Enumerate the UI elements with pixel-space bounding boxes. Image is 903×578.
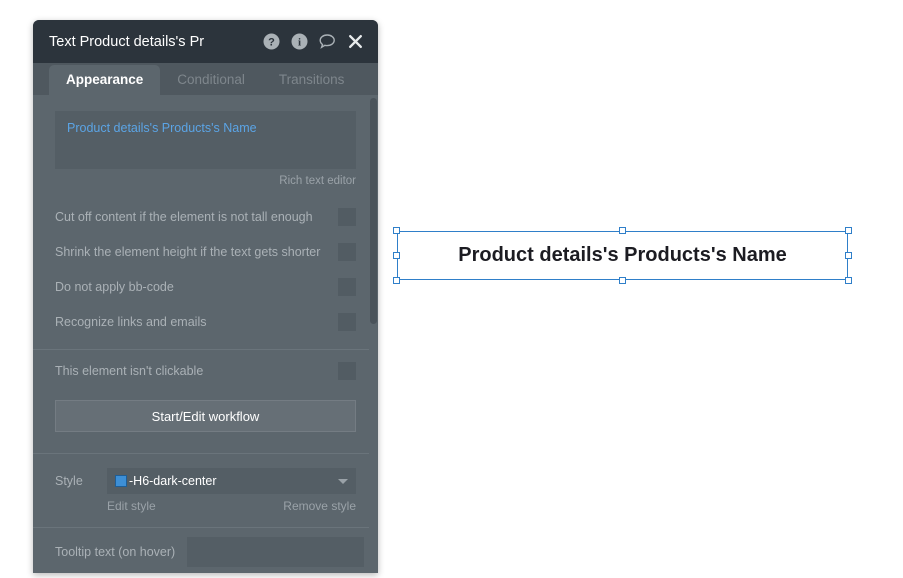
info-icon[interactable]: i [291, 33, 308, 50]
checkbox-label: Do not apply bb-code [55, 279, 174, 294]
rich-text-editor-content: Product details's Products's Name [67, 121, 257, 135]
chevron-down-icon [338, 478, 348, 484]
scrollbar-track[interactable] [369, 95, 378, 573]
close-icon[interactable] [347, 33, 364, 50]
checkbox-row-shrink-height[interactable]: Shrink the element height if the text ge… [33, 234, 378, 269]
checkbox-label: This element isn't clickable [55, 364, 204, 378]
checkbox-recognize-links[interactable] [338, 312, 356, 331]
start-edit-workflow-button[interactable]: Start/Edit workflow [55, 400, 356, 432]
resize-handle-sw[interactable] [393, 277, 400, 284]
help-icon[interactable]: ? [263, 33, 280, 50]
panel-title: Text Product details's Pr [49, 33, 205, 50]
style-dropdown-value: -H6-dark-center [129, 474, 217, 488]
tab-appearance[interactable]: Appearance [49, 65, 161, 95]
panel-body: Product details's Products's Name Rich t… [33, 95, 378, 573]
checkbox-label: Shrink the element height if the text ge… [55, 244, 321, 259]
rich-text-editor[interactable]: Product details's Products's Name [55, 111, 356, 169]
checkbox-row-not-clickable[interactable]: This element isn't clickable [33, 350, 378, 392]
checkbox-shrink-height[interactable] [338, 242, 356, 261]
element-text: Product details's Products's Name [458, 244, 787, 266]
panel-header-icons: ? i [263, 33, 364, 50]
checkbox-label: Recognize links and emails [55, 314, 207, 329]
scrollbar-thumb[interactable] [370, 98, 377, 324]
checkbox-not-clickable[interactable] [338, 362, 356, 380]
rich-text-editor-wrap: Product details's Products's Name [33, 95, 378, 169]
resize-handle-ne[interactable] [845, 227, 852, 234]
comment-icon[interactable] [319, 33, 336, 50]
remove-style-link[interactable]: Remove style [283, 499, 356, 513]
style-dropdown[interactable]: -H6-dark-center [107, 468, 356, 494]
resize-handle-e[interactable] [845, 251, 852, 259]
checkbox-cut-off-content[interactable] [338, 207, 356, 226]
style-row: Style -H6-dark-center [33, 454, 378, 494]
tooltip-row: Tooltip text (on hover) [33, 528, 378, 573]
svg-text:i: i [298, 36, 301, 48]
tab-conditional[interactable]: Conditional [160, 65, 262, 95]
edit-style-link[interactable]: Edit style [107, 499, 156, 513]
checkbox-label: Cut off content if the element is not ta… [55, 209, 313, 224]
tab-transitions[interactable]: Transitions [262, 65, 362, 95]
rich-text-editor-caption: Rich text editor [279, 175, 356, 187]
checkbox-row-recognize-links[interactable]: Recognize links and emails [33, 304, 378, 339]
resize-handle-nw[interactable] [393, 227, 400, 234]
style-swatch-icon [115, 475, 127, 487]
canvas-selected-element[interactable]: Product details's Products's Name [393, 227, 852, 284]
element-bounding-box[interactable]: Product details's Products's Name [397, 231, 848, 280]
style-label: Style [55, 474, 83, 488]
resize-handle-n[interactable] [618, 227, 626, 234]
style-links: Edit style Remove style [33, 494, 378, 513]
tooltip-label: Tooltip text (on hover) [55, 545, 176, 559]
resize-handle-se[interactable] [845, 277, 852, 284]
checkbox-no-bb-code[interactable] [338, 277, 356, 296]
workflow-button-wrap: Start/Edit workflow [33, 392, 378, 432]
checkbox-row-cut-off-content[interactable]: Cut off content if the element is not ta… [33, 199, 378, 234]
svg-text:?: ? [268, 36, 275, 48]
checkbox-row-no-bb-code[interactable]: Do not apply bb-code [33, 269, 378, 304]
tab-strip: Appearance Conditional Transitions [33, 63, 378, 95]
property-editor-panel: Text Product details's Pr ? i Appearance… [33, 20, 378, 573]
resize-handle-w[interactable] [393, 251, 400, 259]
panel-header: Text Product details's Pr ? i [33, 20, 378, 63]
tooltip-input[interactable] [187, 537, 365, 567]
resize-handle-s[interactable] [618, 277, 626, 284]
